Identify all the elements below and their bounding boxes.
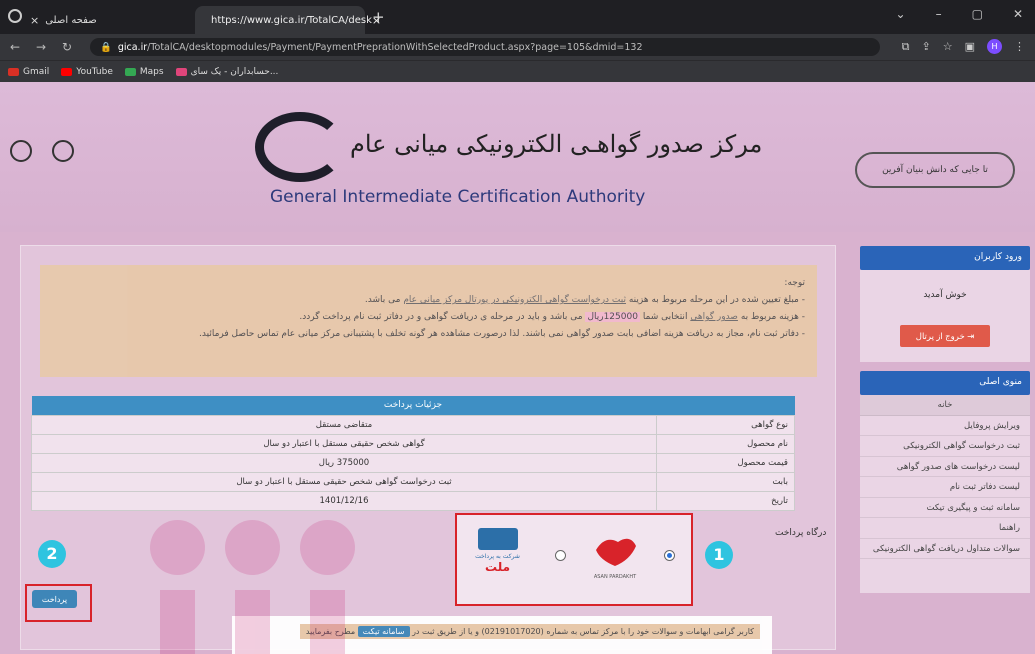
gica-logo-icon — [255, 112, 345, 182]
profile-avatar[interactable]: H — [987, 39, 1002, 54]
site-title-en: General Intermediate Certification Autho… — [270, 187, 646, 207]
pay-button[interactable]: پرداخت — [32, 590, 77, 608]
ticket-system-button[interactable]: سامانه تیکت — [357, 626, 410, 637]
close-tab-icon[interactable]: × — [30, 14, 39, 27]
sidepanel-icon[interactable]: ▣ — [965, 40, 975, 53]
tab-active[interactable]: https://www.gica.ir/TotalCA/desk × — [195, 6, 381, 34]
watermark-dot — [225, 520, 280, 575]
site-title-fa: مرکز صدور گواهـی الکترونیکی میانی عام — [350, 130, 763, 158]
notice-amount: 125000ریال — [585, 312, 640, 323]
url-field[interactable]: 🔒 gica.ir /TotalCA/desktopmodules/Paymen… — [90, 38, 880, 56]
asan-radio[interactable] — [664, 550, 675, 561]
watermark-dot — [150, 520, 205, 575]
ca-logo-icon — [10, 140, 32, 162]
step-badge-1: 1 — [705, 541, 733, 569]
notice-link-registration[interactable]: ثبت درخواست گواهی الکترونیکی در پورتال م… — [403, 295, 626, 305]
emblem-icon — [52, 140, 74, 162]
menu-item-edit-profile[interactable]: ویرایش پروفایل — [860, 416, 1030, 436]
site-icon — [175, 67, 187, 76]
translate-icon[interactable]: ⧉ — [902, 40, 910, 54]
table-header: جزئیات پرداخت — [31, 396, 795, 415]
bookmark-gmail[interactable]: Gmail — [8, 67, 49, 77]
tab-label: https://www.gica.ir/TotalCA/desk — [211, 14, 372, 26]
mellat-radio[interactable] — [555, 550, 566, 561]
maps-icon — [124, 67, 136, 76]
menu-item-request-certificate[interactable]: ثبت درخواست گواهی الکترونیکی — [860, 436, 1030, 457]
star-icon[interactable]: ☆ — [943, 40, 953, 53]
tab-home[interactable]: × صفحه اصلی — [20, 6, 190, 34]
forward-icon[interactable]: → — [36, 40, 52, 54]
notice-box: توجه: - مبلغ تعیین شده در این مرحله مربو… — [40, 265, 817, 377]
menu-item-request-list[interactable]: لیست درخواست های صدور گواهی — [860, 457, 1030, 477]
welcome-text: خوش آمدید — [923, 290, 967, 300]
step-badge-2: 2 — [38, 540, 66, 568]
watermark-bar — [235, 590, 270, 654]
browser-tabbar: × صفحه اصلی https://www.gica.ir/TotalCA/… — [0, 0, 1035, 34]
lock-icon: 🔒 — [100, 41, 112, 53]
notice-link-issue[interactable]: صدور گواهی — [690, 312, 738, 322]
tab-search-icon[interactable]: ⌄ — [896, 7, 906, 21]
bookmark-youtube[interactable]: YouTube — [61, 67, 113, 77]
bookmark-maps[interactable]: Maps — [124, 67, 164, 77]
menu-item-home[interactable]: خانه — [860, 395, 1030, 416]
new-tab-icon[interactable]: + — [372, 8, 385, 26]
notice-line-1: - مبلغ تعیین شده در این مرحله مربوط به ه… — [364, 295, 805, 306]
reload-icon[interactable]: ↻ — [62, 40, 78, 54]
logout-button[interactable]: خروج از پرتال ⇥ — [900, 325, 990, 347]
asan-hands-icon — [596, 538, 636, 566]
main-menu-header: منوی اصلی — [860, 371, 1030, 395]
asan-pardakht-logo[interactable]: ASAN PARDAKHT — [590, 530, 640, 580]
menu-icon[interactable]: ⋮ — [1014, 40, 1025, 53]
watermark-dot — [300, 520, 355, 575]
tab-label: صفحه اصلی — [45, 14, 97, 26]
watermark-bar — [310, 590, 345, 654]
login-panel: خوش آمدید خروج از پرتال ⇥ — [860, 270, 1030, 362]
gateway-label: درگاه پرداخت — [775, 528, 827, 538]
bookmarks-bar: Gmail YouTube Maps حسابداران - یک سای... — [0, 60, 1035, 82]
minimize-icon[interactable]: – — [936, 7, 942, 21]
watermark-bar — [160, 590, 195, 654]
table-row: بابت ثبت درخواست گواهی شخص حقیقی مستقل با… — [31, 471, 795, 492]
table-row: تاریخ 1401/12/16 — [31, 490, 795, 511]
notice-line-2: - هزینه مربوط به صدور گواهی انتخابی شما … — [299, 312, 805, 323]
table-row: قیمت محصول 375000 ریال — [31, 452, 795, 473]
mellat-logo[interactable]: شرکت به پرداخت ملت — [470, 528, 525, 588]
back-icon[interactable]: ← — [10, 40, 26, 54]
url-path: /TotalCA/desktopmodules/Payment/PaymentP… — [147, 41, 643, 53]
close-window-icon[interactable]: ✕ — [1013, 7, 1023, 21]
site-header: مرکز صدور گواهـی الکترونیکی میانی عام Ge… — [0, 82, 1035, 232]
payment-details-table: جزئیات پرداخت نوع گواهی متقاضی مستقل نام … — [31, 396, 795, 511]
url-host: gica.ir — [117, 41, 148, 53]
restore-icon[interactable]: ▢ — [972, 7, 983, 21]
notice-title: توجه: — [784, 278, 805, 288]
notice-line-3: - دفاتر ثبت نام، مجاز به دریافت هزینه اض… — [199, 329, 805, 340]
bookmark-accountants[interactable]: حسابداران - یک سای... — [175, 67, 278, 77]
table-row: نام محصول گواهی شخص حقیقی مستقل با اعتبار… — [31, 433, 795, 454]
menu-item-tickets[interactable]: سامانه ثبت و پیگیری تیکت — [860, 498, 1030, 518]
government-logos — [10, 140, 74, 162]
share-icon[interactable]: ⇪ — [922, 40, 931, 53]
gmail-icon — [8, 67, 19, 76]
youtube-icon — [61, 67, 73, 76]
table-row: نوع گواهی متقاضی مستقل — [31, 414, 795, 435]
address-bar-row: ← → ↻ 🔒 gica.ir /TotalCA/desktopmodules/… — [0, 34, 1035, 60]
menu-item-offices[interactable]: لیست دفاتر ثبت نام — [860, 477, 1030, 498]
menu-item-faq[interactable]: سوالات متداول دریافت گواهی الکترونیکی — [860, 539, 1030, 559]
slogan-logo: تا جایی که دانش بنیان آفرین — [855, 152, 1015, 188]
login-panel-header: ورود کاربران — [860, 246, 1030, 270]
logout-icon: ⇥ — [967, 331, 975, 341]
main-menu: خانه ویرایش پروفایل ثبت درخواست گواهی ال… — [860, 395, 1030, 593]
mellat-truck-icon — [477, 528, 518, 550]
menu-item-help[interactable]: راهنما — [860, 518, 1030, 539]
